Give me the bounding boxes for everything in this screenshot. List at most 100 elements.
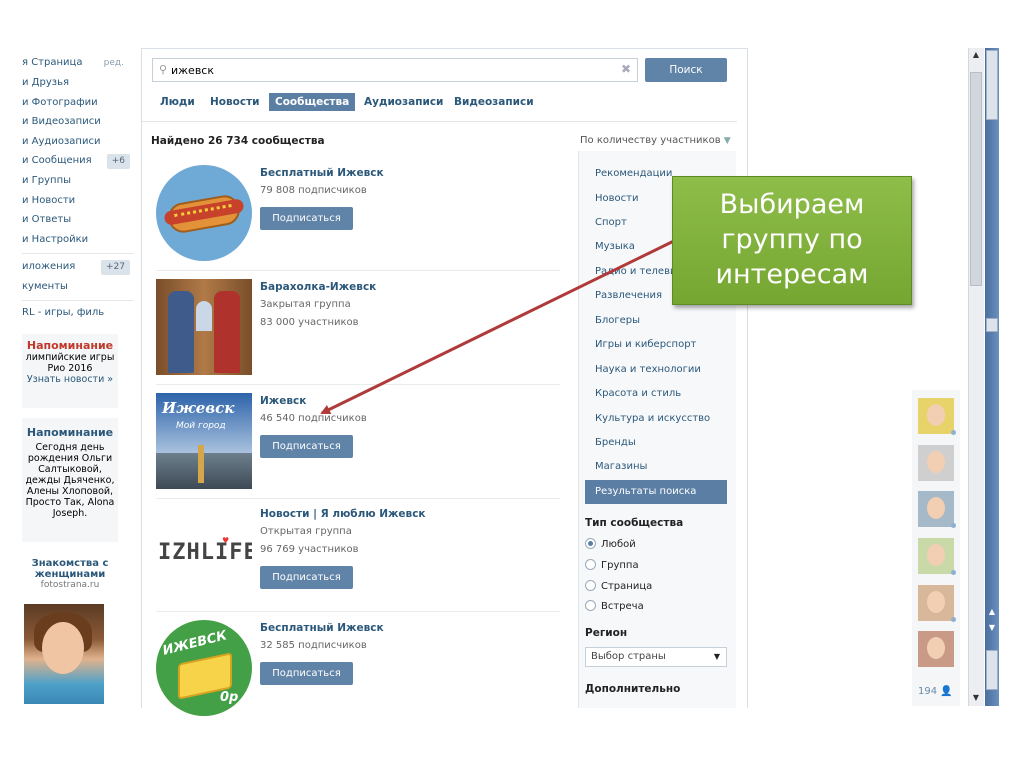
group-name[interactable]: Бесплатный Ижевск bbox=[260, 167, 384, 179]
row-divider bbox=[156, 611, 560, 612]
group-name[interactable]: Новости | Я люблю Ижевск bbox=[260, 508, 426, 520]
filter-sport[interactable]: Спорт bbox=[595, 217, 627, 228]
search-box[interactable]: ⚲ ✖ bbox=[152, 58, 638, 82]
left-menu-divider bbox=[22, 300, 134, 301]
group-avatar-hotdog[interactable] bbox=[156, 165, 252, 261]
subscribe-button[interactable]: Подписаться bbox=[260, 662, 353, 685]
filter-shops[interactable]: Магазины bbox=[595, 461, 647, 472]
tab-video[interactable]: Видеозаписи bbox=[448, 93, 540, 111]
group-avatar-coats[interactable] bbox=[156, 279, 252, 375]
radio-any[interactable]: Любой bbox=[585, 538, 636, 550]
search-button[interactable]: Поиск bbox=[645, 58, 727, 82]
left-menu-item-audio[interactable]: и Аудиозаписи bbox=[22, 133, 134, 151]
left-menu-item-documents[interactable]: кументы bbox=[22, 278, 134, 296]
left-menu-item-photos[interactable]: и Фотографии bbox=[22, 94, 134, 112]
clear-icon[interactable]: ✖ bbox=[621, 62, 631, 76]
group-avatar-cheese[interactable]: ИЖЕВСК 0р bbox=[156, 620, 252, 716]
row-divider bbox=[156, 384, 560, 385]
sort-dropdown[interactable]: По количеству участников ▼ bbox=[580, 135, 731, 146]
dating-ad-title: Знакомства с женщинами bbox=[31, 558, 109, 580]
tab-news[interactable]: Новости bbox=[204, 93, 266, 111]
scroll-up-arrow-icon[interactable]: ▲ bbox=[986, 606, 998, 618]
group-item: Ижевск Мой город Ижевск 46 540 подписчико… bbox=[156, 393, 558, 493]
filter-bloggers[interactable]: Блогеры bbox=[595, 315, 640, 326]
filter-culture[interactable]: Культура и искусство bbox=[595, 413, 710, 424]
left-menu-item-news[interactable]: и Новости bbox=[22, 192, 134, 210]
group-name[interactable]: Ижевск bbox=[260, 395, 306, 407]
left-menu-item-answers[interactable]: и Ответы bbox=[22, 211, 134, 229]
group-subscribers: 46 540 подписчиков bbox=[260, 413, 367, 424]
filter-music[interactable]: Музыка bbox=[595, 241, 635, 252]
filter-recommendations[interactable]: Рекомендации bbox=[595, 168, 672, 179]
scrollbar-thumb[interactable] bbox=[970, 72, 982, 286]
scrollbar-thumb[interactable] bbox=[986, 650, 998, 690]
dating-ad[interactable]: Знакомства с женщинами fotostrana.ru bbox=[22, 558, 118, 590]
page-scrollbar[interactable]: ▲ ▼ bbox=[968, 48, 984, 706]
online-indicator bbox=[951, 430, 956, 435]
group-subscribers: 79 808 подписчиков bbox=[260, 185, 367, 196]
group-avatar-izhlife-logo[interactable]: IZHLIFE ♥ bbox=[156, 506, 252, 602]
apps-badge: +27 bbox=[101, 260, 130, 275]
friends-count[interactable]: 194 👤 bbox=[918, 686, 953, 697]
friend-avatar[interactable] bbox=[918, 398, 956, 435]
divider bbox=[142, 121, 737, 122]
friend-avatar[interactable] bbox=[918, 445, 954, 481]
edit-link[interactable]: ред. bbox=[104, 54, 124, 72]
chevron-down-icon: ▼ bbox=[723, 136, 731, 146]
group-type: Открытая группа bbox=[260, 526, 352, 537]
group-type: Закрытая группа bbox=[260, 299, 351, 310]
left-menu-item-settings[interactable]: и Настройки bbox=[22, 231, 134, 249]
filter-games[interactable]: Игры и киберспорт bbox=[595, 339, 696, 350]
left-menu-divider bbox=[22, 253, 134, 254]
country-select[interactable]: Выбор страны ▼ bbox=[585, 647, 727, 667]
news-link[interactable]: Узнать новости » bbox=[22, 374, 118, 385]
left-menu-item-messages[interactable]: и Сообщения +6 bbox=[22, 152, 134, 170]
subscribe-button[interactable]: Подписаться bbox=[260, 435, 353, 458]
group-name[interactable]: Бесплатный Ижевск bbox=[260, 622, 384, 634]
friend-avatar[interactable] bbox=[918, 585, 956, 622]
radio-page[interactable]: Страница bbox=[585, 580, 652, 592]
filter-brands[interactable]: Бренды bbox=[595, 437, 636, 448]
tab-audio[interactable]: Аудиозаписи bbox=[358, 93, 449, 111]
reminder-olympics[interactable]: Напоминание лимпийские игры Рио 2016 Узн… bbox=[22, 334, 118, 408]
search-input[interactable] bbox=[171, 62, 611, 78]
radio-group[interactable]: Группа bbox=[585, 559, 639, 571]
scrollbar-grip[interactable] bbox=[986, 318, 998, 332]
chevron-down-icon: ▼ bbox=[713, 652, 720, 661]
radio-checked-icon bbox=[585, 538, 596, 549]
group-avatar-city[interactable]: Ижевск Мой город bbox=[156, 393, 252, 489]
scroll-down-arrow-icon[interactable]: ▼ bbox=[986, 622, 998, 634]
friend-avatar[interactable] bbox=[918, 631, 954, 667]
radio-event[interactable]: Встреча bbox=[585, 600, 644, 612]
left-menu-item-groups[interactable]: и Группы bbox=[22, 172, 134, 190]
tab-people[interactable]: Люди bbox=[154, 93, 201, 111]
friend-avatar[interactable] bbox=[918, 538, 956, 575]
filter-entertainment[interactable]: Развлечения bbox=[595, 290, 662, 301]
dating-ad-photo[interactable] bbox=[24, 604, 104, 704]
results-count: Найдено 26 734 сообщества bbox=[151, 135, 325, 147]
subscribe-button[interactable]: Подписаться bbox=[260, 207, 353, 230]
filter-search-results[interactable]: Результаты поиска bbox=[585, 480, 727, 504]
left-menu-item-apps[interactable]: иложения +27 bbox=[22, 258, 134, 276]
reminder-birthdays[interactable]: Напоминание Сегодня день рождения Ольги … bbox=[22, 418, 118, 542]
region-heading: Регион bbox=[585, 627, 628, 639]
group-subscribers: 32 585 подписчиков bbox=[260, 640, 367, 651]
filter-science[interactable]: Наука и технологии bbox=[595, 364, 701, 375]
messages-badge: +6 bbox=[106, 154, 130, 169]
outer-scrollbar[interactable]: ▲ ▼ bbox=[985, 48, 999, 706]
scroll-up-arrow-icon[interactable]: ▲ bbox=[970, 49, 982, 61]
left-menu-item-games[interactable]: RL - игры, филь bbox=[22, 304, 134, 322]
group-item: Бесплатный Ижевск 79 808 подписчиков Под… bbox=[156, 165, 558, 265]
group-members: 83 000 участников bbox=[260, 317, 359, 328]
subscribe-button[interactable]: Подписаться bbox=[260, 566, 353, 589]
left-menu-item-videos[interactable]: и Видеозаписи bbox=[22, 113, 134, 131]
filter-news[interactable]: Новости bbox=[595, 193, 638, 204]
friend-avatar[interactable] bbox=[918, 491, 956, 528]
scrollbar-thumb[interactable] bbox=[986, 50, 998, 120]
left-menu-item-friends[interactable]: и Друзья bbox=[22, 74, 134, 92]
scroll-down-arrow-icon[interactable]: ▼ bbox=[970, 692, 982, 704]
tab-communities[interactable]: Сообщества bbox=[269, 93, 356, 111]
filter-beauty[interactable]: Красота и стиль bbox=[595, 388, 681, 399]
group-name[interactable]: Барахолка-Ижевск bbox=[260, 281, 376, 293]
left-menu-item-page[interactable]: я Страница ред. bbox=[22, 54, 134, 72]
